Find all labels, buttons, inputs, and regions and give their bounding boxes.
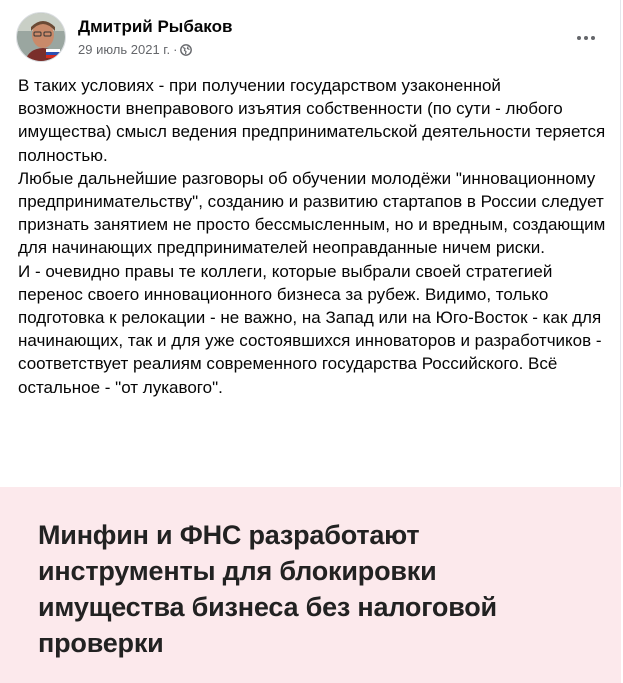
more-options-button[interactable] <box>568 20 604 56</box>
author-name[interactable]: Дмитрий Рыбаков <box>78 17 232 37</box>
post-meta: 29 июль 2021 г. · <box>78 42 193 57</box>
post-paragraph: И - очевидно правы те коллеги, которые в… <box>18 261 602 397</box>
avatar-image <box>17 13 65 61</box>
post-paragraph: В таких условиях - при получении государ… <box>18 76 606 165</box>
link-preview-headline[interactable]: Минфин и ФНС разработают инструменты для… <box>38 517 558 661</box>
author-avatar[interactable] <box>16 12 66 62</box>
globe-icon[interactable] <box>180 43 193 56</box>
post-body: В таких условиях - при получении государ… <box>18 74 608 399</box>
more-horizontal-icon <box>577 36 595 40</box>
meta-separator: · <box>173 42 178 57</box>
post-card: Дмитрий Рыбаков 29 июль 2021 г. · В таки… <box>0 0 621 683</box>
link-preview[interactable]: Минфин и ФНС разработают инструменты для… <box>0 487 621 683</box>
post-header: Дмитрий Рыбаков 29 июль 2021 г. · <box>16 12 604 62</box>
post-date[interactable]: 29 июль 2021 г. <box>78 42 170 57</box>
post-paragraph: Любые дальнейшие разговоры об обучении м… <box>18 168 606 258</box>
